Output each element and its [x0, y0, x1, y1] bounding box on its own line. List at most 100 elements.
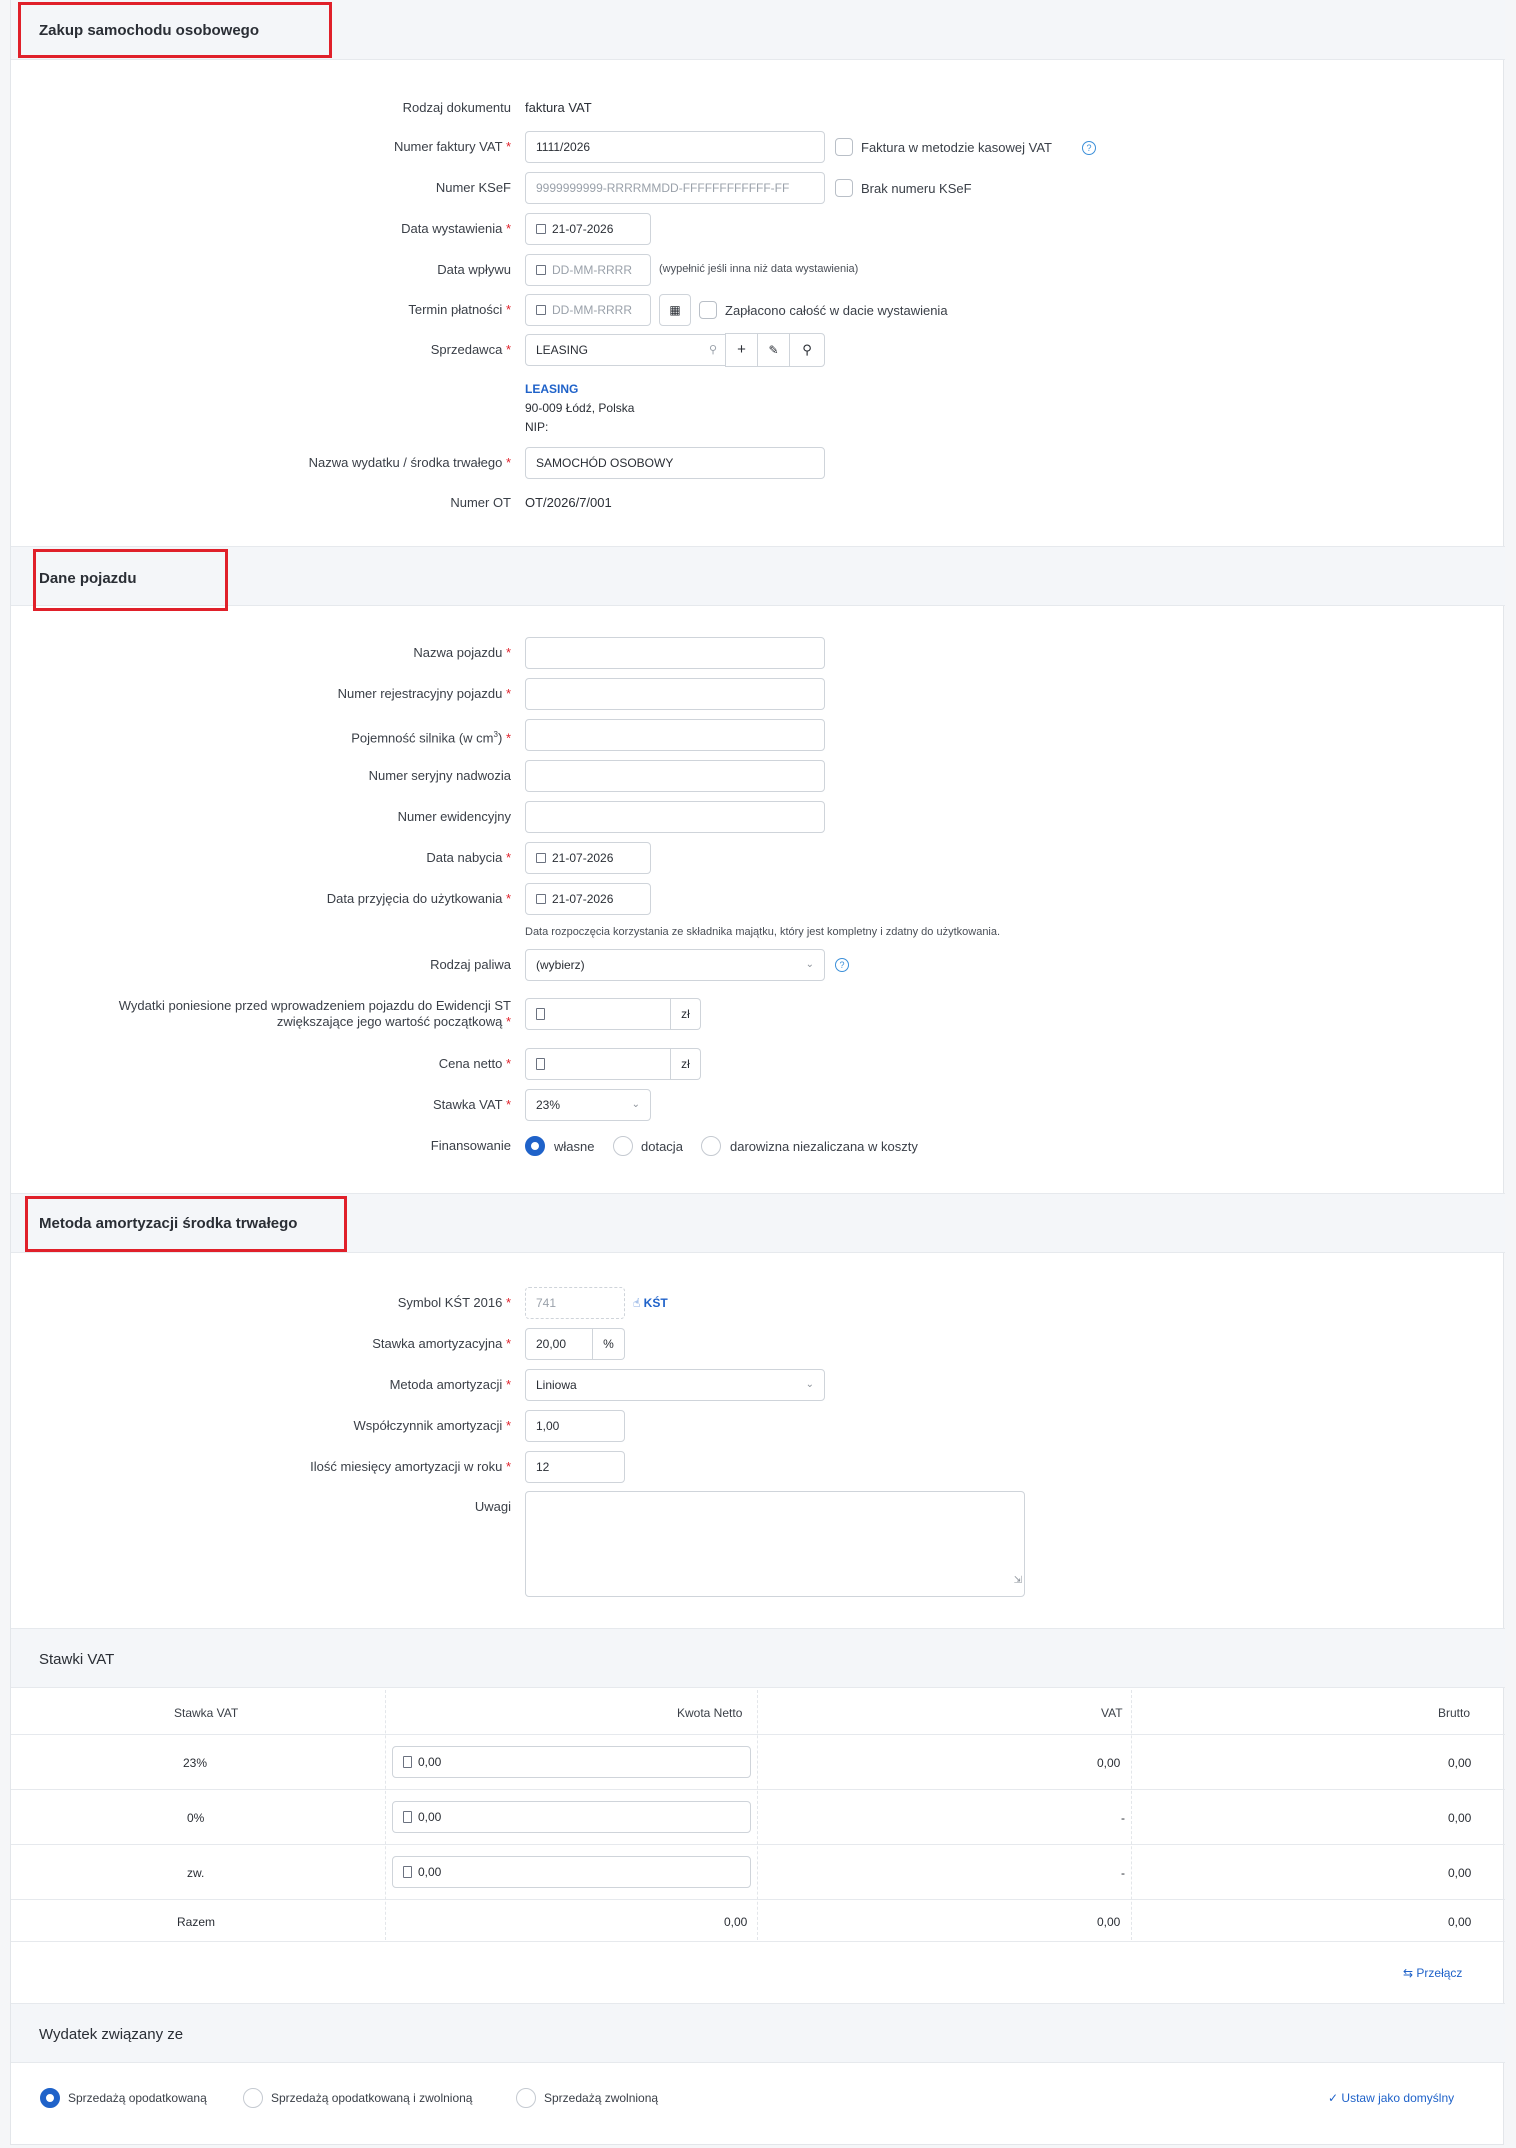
- financing-own-label: własne: [554, 1139, 595, 1154]
- vin-input[interactable]: [525, 760, 825, 792]
- section-title: Wydatek związany ze: [39, 2026, 184, 2043]
- engine-input[interactable]: [525, 719, 825, 751]
- vehicle-name-input[interactable]: [525, 637, 825, 669]
- row-gross: 0,00: [1448, 1866, 1472, 1880]
- currency-addon: zł: [671, 1048, 701, 1080]
- issue-date-input[interactable]: 21-07-2026: [525, 213, 651, 245]
- vin-label: Numer seryjny nadwozia: [368, 768, 511, 783]
- months-input[interactable]: 12: [525, 1451, 625, 1483]
- add-seller-button[interactable]: +: [725, 333, 758, 367]
- divider: [11, 1789, 1505, 1790]
- col-divider: [1131, 1690, 1132, 1940]
- row-net-input[interactable]: 0,00: [392, 1746, 751, 1778]
- calendar-icon: [536, 305, 546, 315]
- highlight-box: [18, 2, 332, 58]
- financing-label: Finansowanie: [430, 1138, 511, 1153]
- help-icon[interactable]: ?: [1082, 141, 1096, 155]
- vat-rate-select[interactable]: 23% ⌄: [525, 1089, 651, 1121]
- calculator-icon: [403, 1866, 412, 1878]
- receipt-date-input[interactable]: DD-MM-RRRR: [525, 254, 651, 286]
- no-ksef-label: Brak numeru KSeF: [861, 181, 972, 196]
- search-icon: ⚲: [708, 344, 717, 356]
- calendar-button[interactable]: ▦: [659, 294, 691, 326]
- seller-nip: NIP:: [525, 420, 549, 434]
- total-gross: 0,00: [1448, 1915, 1472, 1929]
- calculator-icon: [403, 1811, 412, 1823]
- paid-checkbox[interactable]: [699, 301, 717, 319]
- reg-no-input[interactable]: [525, 678, 825, 710]
- net-price-label: Cena netto *: [438, 1056, 511, 1071]
- evid-input[interactable]: [525, 801, 825, 833]
- section-title: Stawki VAT: [39, 1651, 115, 1668]
- ksef-input[interactable]: 9999999999-RRRRMMDD-FFFFFFFFFFFF-FF: [525, 172, 825, 204]
- row-vat: 0,00: [1097, 1756, 1121, 1770]
- calendar-icon: [536, 224, 546, 234]
- row-net-input[interactable]: 0,00: [392, 1801, 751, 1833]
- financing-donation-radio[interactable]: [701, 1136, 721, 1156]
- exempt-sales-radio[interactable]: [516, 2088, 536, 2108]
- net-price-input[interactable]: [525, 1048, 671, 1080]
- financing-own-radio[interactable]: [525, 1136, 545, 1156]
- expenses-input[interactable]: [525, 998, 671, 1030]
- fuel-select[interactable]: (wybierz) ⌄: [525, 949, 825, 981]
- col-header-net: Kwota Netto: [677, 1706, 743, 1720]
- divider: [11, 1734, 1505, 1735]
- total-net: 0,00: [724, 1915, 748, 1929]
- row-gross: 0,00: [1448, 1756, 1472, 1770]
- seller-label: Sprzedawca *: [430, 342, 511, 357]
- invoice-no-input[interactable]: 1111/2026: [525, 131, 825, 163]
- kst-link[interactable]: ☝ KŚT: [633, 1296, 668, 1310]
- method-select[interactable]: Liniowa ⌄: [525, 1369, 825, 1401]
- row-rate: zw.: [187, 1866, 205, 1880]
- financing-donation-label: darowizna niezaliczana w koszty: [730, 1139, 918, 1154]
- set-default-link[interactable]: ✓ Ustaw jako domyślny: [1328, 2091, 1454, 2105]
- vehicle-name-label: Nazwa pojazdu *: [413, 645, 511, 660]
- acq-date-input[interactable]: 21-07-2026: [525, 842, 651, 874]
- use-date-input[interactable]: 21-07-2026: [525, 883, 651, 915]
- calculator-icon: [403, 1756, 412, 1768]
- use-date-hint: Data rozpoczęcia korzystania ze składnik…: [525, 926, 1001, 938]
- seller-name-link[interactable]: LEASING: [525, 382, 578, 396]
- cash-method-label: Faktura w metodzie kasowej VAT: [861, 140, 1052, 155]
- financing-grant-radio[interactable]: [613, 1136, 633, 1156]
- notes-textarea[interactable]: ⇲: [525, 1491, 1025, 1597]
- due-date-input[interactable]: DD-MM-RRRR: [525, 294, 651, 326]
- divider: [11, 1941, 1505, 1942]
- divider: [11, 1899, 1505, 1900]
- row-net-input[interactable]: 0,00: [392, 1856, 751, 1888]
- cash-method-checkbox[interactable]: [835, 138, 853, 156]
- vat-rate-label: Stawka VAT *: [432, 1097, 511, 1112]
- seller-input[interactable]: LEASING ⚲: [525, 334, 726, 366]
- row-vat: -: [1121, 1811, 1125, 1825]
- percent-addon: %: [593, 1328, 625, 1360]
- kst-input[interactable]: 741: [525, 1287, 625, 1319]
- ksef-label: Numer KSeF: [435, 180, 511, 195]
- mixed-sales-label: Sprzedażą opodatkowaną i zwolnioną: [271, 2091, 473, 2105]
- form-panel: Zakup samochodu osobowego Rodzaj dokumen…: [10, 0, 1505, 2145]
- financing-grant-label: dotacja: [641, 1139, 683, 1154]
- expenses-label: Wydatki poniesione przed wprowadzeniem p…: [118, 998, 511, 1029]
- total-label: Razem: [177, 1915, 216, 1929]
- switch-link[interactable]: ⇆ Przełącz: [1403, 1966, 1462, 1980]
- receipt-date-label: Data wpływu: [437, 262, 511, 277]
- search-seller-button[interactable]: ⚲: [789, 333, 825, 367]
- rate-label: Stawka amortyzacyjna *: [372, 1336, 511, 1351]
- row-rate: 23%: [183, 1756, 208, 1770]
- doc-type-label: Rodzaj dokumentu: [402, 100, 511, 115]
- row-gross: 0,00: [1448, 1811, 1472, 1825]
- no-ksef-checkbox[interactable]: [835, 179, 853, 197]
- invoice-no-label: Numer faktury VAT *: [393, 139, 511, 154]
- mixed-sales-radio[interactable]: [243, 2088, 263, 2108]
- section-header-vat-rates: Stawki VAT: [11, 1628, 1505, 1688]
- kst-label: Symbol KŚT 2016 *: [397, 1295, 511, 1310]
- rate-input[interactable]: 20,00: [525, 1328, 593, 1360]
- help-icon[interactable]: ?: [835, 958, 849, 972]
- paid-label: Zapłacono całość w dacie wystawienia: [725, 303, 948, 318]
- expense-name-input[interactable]: SAMOCHÓD OSOBOWY: [525, 447, 825, 479]
- exempt-sales-label: Sprzedażą zwolnioną: [544, 2091, 659, 2105]
- total-vat: 0,00: [1097, 1915, 1121, 1929]
- edit-seller-button[interactable]: ✎: [757, 333, 790, 367]
- taxable-sales-radio[interactable]: [40, 2088, 60, 2108]
- resize-handle-icon[interactable]: ⇲: [1014, 1566, 1022, 1596]
- coef-input[interactable]: 1,00: [525, 1410, 625, 1442]
